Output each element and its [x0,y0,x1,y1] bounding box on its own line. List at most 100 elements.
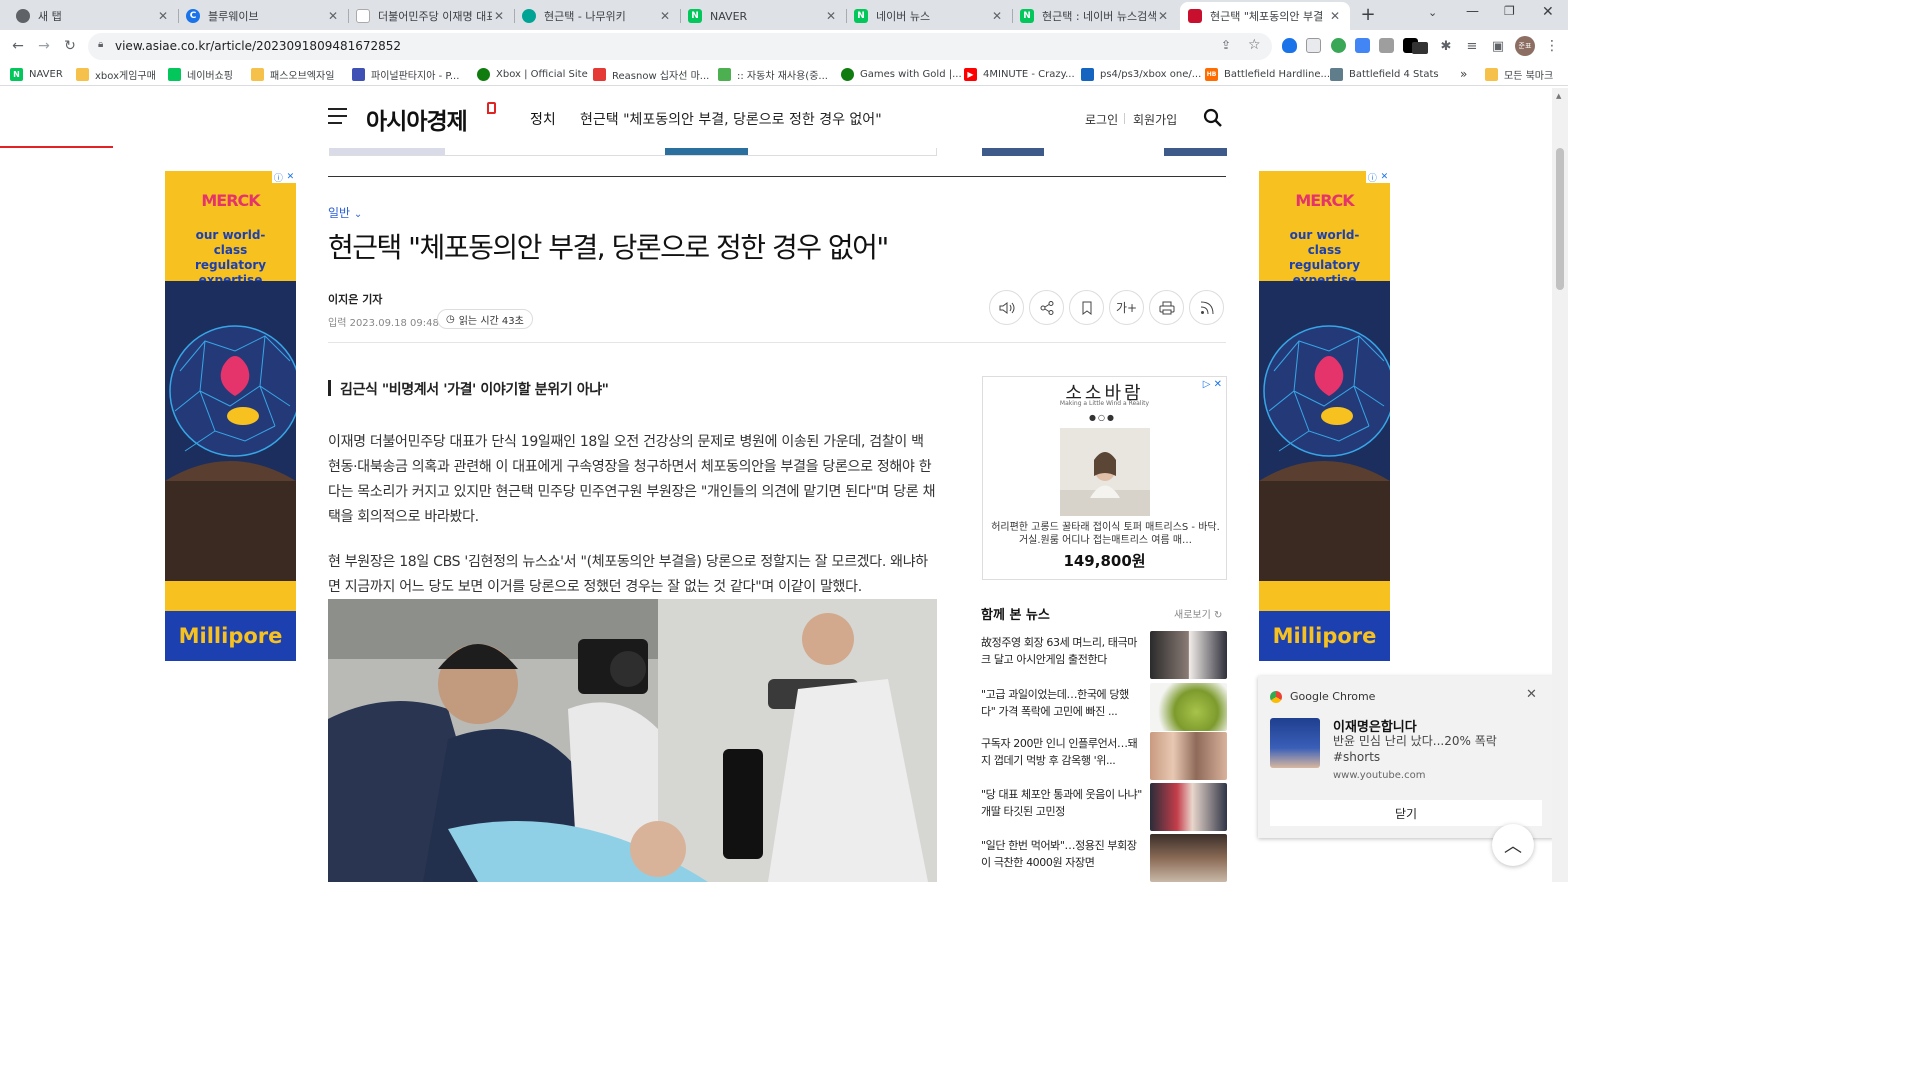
bookmark-label: ps4/ps3/xbox one/... [1100,68,1202,80]
tab-search-icon[interactable]: ⌄ [1428,6,1437,19]
scroll-up-arrow[interactable]: ▲ [1556,92,1561,100]
related-news-item[interactable]: 故정주영 회장 63세 며느리, 태극마크 달고 아시안게임 출전한다 [981,631,1227,679]
speaker-icon[interactable] [989,290,1024,325]
extension-off-icon[interactable] [1412,42,1428,54]
refresh-button[interactable]: 새로보기 ↻ [1174,606,1222,621]
related-news-item[interactable]: "고급 과일이었는데…한국에 당했다" 가격 폭락에 고민에 빠진 ... [981,683,1227,731]
tab-new-tab[interactable]: 새 탭 ✕ [8,2,178,30]
scrollbar-thumb[interactable] [1556,148,1564,290]
related-news-item[interactable]: 구독자 200만 인니 인플루언서…돼지 껍데기 먹방 후 감옥행 '위... [981,732,1227,780]
tab-naver[interactable]: N NAVER ✕ [680,2,846,30]
carousel-dots[interactable]: ●○● [1089,413,1116,422]
print-icon[interactable] [1149,290,1184,325]
section-label[interactable]: 정치 [530,109,556,129]
restore-icon[interactable]: ❐ [1504,4,1515,18]
bookmark-item[interactable]: Reasnow 십자선 마... [593,66,709,82]
close-icon[interactable]: ✕ [990,9,1004,23]
close-icon[interactable]: ✕ [1526,687,1537,702]
font-size-icon[interactable]: 가+ [1109,290,1144,325]
tab-bluewave[interactable]: C 블루웨이브 ✕ [178,2,348,30]
close-icon[interactable]: ✕ [156,9,170,23]
new-tab-button[interactable]: + [1358,4,1378,26]
shield-extension-icon[interactable] [1282,38,1297,53]
site-icon [1081,67,1094,81]
tab-namuwiki[interactable]: 현근택 - 나무위키 ✕ [514,2,680,30]
reporter-name[interactable]: 이지은 기자 [328,291,382,307]
extension-icon[interactable] [1306,38,1321,53]
related-news-item[interactable]: "일단 한번 먹어봐"…정용진 부회장이 극찬한 4000원 자장면 [981,834,1227,882]
product-ad[interactable]: ▷ ✕ 소소바람 Making a Little Wind a Reality … [982,376,1227,580]
back-icon[interactable]: ← [8,36,28,56]
extension-icon[interactable] [1379,38,1394,53]
bookmark-item[interactable]: Xbox | Official Site [477,66,588,82]
window-close-icon[interactable]: ✕ [1542,4,1554,20]
close-icon[interactable]: ✕ [824,9,838,23]
bookmark-item[interactable]: HB Battlefield Hardline... [1205,66,1330,82]
category-dropdown[interactable]: 일반 ⌄ [328,204,362,221]
minimize-icon[interactable]: — [1466,4,1479,19]
menu-icon[interactable]: ⋮ [1542,36,1562,56]
close-icon[interactable]: ✕ [658,9,672,23]
related-news-item[interactable]: "당 대표 체포안 통과에 웃음이 나냐" 개딸 타깃된 고민정 [981,783,1227,831]
share-icon[interactable] [1029,290,1064,325]
translate-icon[interactable] [1355,38,1370,53]
close-icon[interactable]: ✕ [326,9,340,23]
extension-icon[interactable] [1331,38,1346,53]
top-banner [329,148,937,156]
bluewave-icon: C [186,9,200,23]
tab-naver-search[interactable]: N 현근택 : 네이버 뉴스검색 ✕ [1012,2,1178,30]
bookmark-item[interactable]: 파이널판타지아 - P... [352,66,459,82]
back-to-top-button[interactable]: ︿ [1492,824,1534,866]
bookmark-folder[interactable]: xbox게임구매 [76,66,156,82]
all-bookmarks-folder[interactable]: 모든 북마크 [1485,66,1553,82]
notification-source: www.youtube.com [1333,770,1426,781]
bookmark-item[interactable]: ps4/ps3/xbox one/... [1081,66,1201,82]
read-time-text: 읽는 시간 43초 [458,315,524,327]
profile-avatar[interactable]: 준표 [1515,36,1535,56]
bookmark-item[interactable]: ▶ 4MINUTE - Crazy... [964,66,1075,82]
page-scrollbar[interactable]: ▲ [1552,88,1568,882]
ad-choices-icon[interactable]: ⓘ ✕ [1366,171,1390,184]
bookmark-item[interactable]: Games with Gold |... [841,66,962,82]
bookmark-item[interactable]: 네이버쇼핑 [168,66,233,82]
reasnow-icon [593,67,606,81]
close-icon[interactable]: ✕ [1156,9,1170,23]
related-news-title: 故정주영 회장 63세 며느리, 태극마크 달고 아시안게임 출전한다 [981,636,1137,666]
youtube-icon: ▶ [964,67,977,81]
reading-list-icon[interactable]: ≡ [1462,36,1482,56]
site-logo[interactable]: 아시아경제 [366,102,468,136]
side-ad-right[interactable]: ⓘ ✕ MERCK our world-class regulatory expe… [1259,171,1390,661]
login-link[interactable]: 로그인 [1085,111,1118,128]
tab-democratic-party[interactable]: 더불어민주당 이재명 대표 ✕ [348,2,514,30]
rss-icon[interactable] [1189,290,1224,325]
close-icon[interactable]: ✕ [492,9,506,23]
bookmark-item[interactable]: Battlefield 4 Stats [1330,66,1439,82]
top-banner-right [982,148,1227,156]
related-news-title: 구독자 200만 인니 인플루언서…돼지 껍데기 먹방 후 감옥행 '위... [981,737,1138,767]
bookmark-label: Games with Gold |... [860,68,962,80]
side-panel-icon[interactable]: ▣ [1488,36,1508,56]
forward-icon[interactable]: → [34,36,54,56]
bookmark-item[interactable]: :: 자동차 재사용(중... [718,66,828,82]
tab-asiae-article[interactable]: 현근택 "체포동의안 부결 ✕ [1180,2,1350,30]
chrome-icon [16,9,30,23]
bookmark-star-icon[interactable]: ☆ [1248,37,1261,53]
signup-link[interactable]: 회원가입 [1133,111,1177,128]
bookmark-item[interactable]: N NAVER [10,66,63,82]
notification-close-button[interactable]: 닫기 [1270,800,1542,826]
extensions-puzzle-icon[interactable]: ✱ [1436,36,1456,56]
tab-naver-news[interactable]: N 네이버 뉴스 ✕ [846,2,1012,30]
ad-brand: MERCK [201,191,260,210]
ad-choices-icon[interactable]: ⓘ ✕ [272,171,296,184]
search-icon[interactable] [1203,108,1223,128]
bookmark-folder[interactable]: 패스오브엑자일 [251,66,334,82]
close-icon[interactable]: ✕ [1328,9,1342,23]
hamburger-menu-icon[interactable] [328,108,347,124]
more-bookmarks-button[interactable]: » [1460,66,1467,82]
share-page-icon[interactable]: ⇪ [1221,38,1231,52]
chrome-notification[interactable]: Google Chrome ✕ 이재명은합니다 반윤 민심 난리 났다...20… [1258,676,1554,838]
reload-icon[interactable]: ↻ [60,36,80,56]
bookmark-icon[interactable] [1069,290,1104,325]
side-ad-left[interactable]: ⓘ ✕ MERCK our world-class regulatory expe… [165,171,296,661]
address-bar[interactable]: 🔒︎ view.asiae.co.kr/article/202309180948… [88,33,1272,60]
